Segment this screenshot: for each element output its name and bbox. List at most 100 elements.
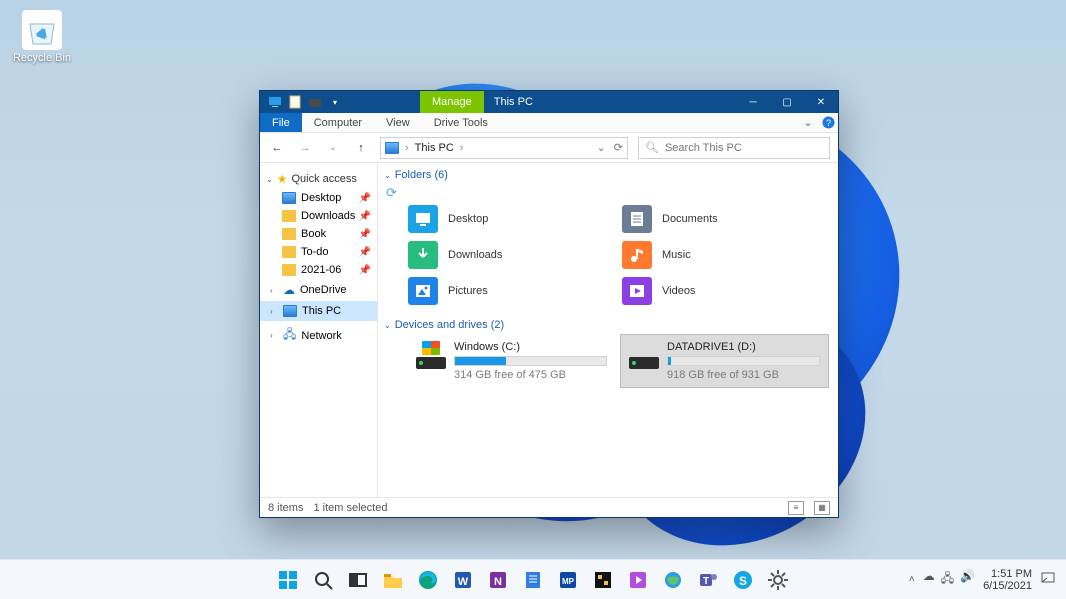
start-button[interactable]: [273, 565, 303, 595]
tray-onedrive-icon[interactable]: ☁: [923, 569, 935, 590]
sidebar-this-pc[interactable]: › This PC: [260, 301, 377, 321]
folder-music[interactable]: Music: [622, 239, 828, 271]
back-button[interactable]: ←: [268, 142, 286, 154]
sidebar-item-2021-06[interactable]: 2021-06📌: [260, 261, 377, 279]
quick-access-toolbar: ▾: [260, 91, 350, 113]
folder-downloads[interactable]: Downloads: [408, 239, 614, 271]
titlebar[interactable]: ▾ Manage This PC ─ ▢ ✕: [260, 91, 838, 113]
manage-tab[interactable]: Manage: [420, 91, 484, 113]
taskbar-word-icon[interactable]: W: [448, 565, 478, 595]
up-button[interactable]: ↑: [352, 142, 370, 154]
help-icon[interactable]: ?: [818, 113, 838, 132]
folder-icon: [282, 246, 296, 258]
folder-documents[interactable]: Documents: [622, 203, 828, 235]
pin-icon: 📌: [359, 211, 371, 222]
svg-text:S: S: [739, 574, 747, 588]
new-folder-icon[interactable]: [308, 95, 322, 109]
taskbar-settings-icon[interactable]: [763, 565, 793, 595]
tray-time: 1:51 PM: [983, 568, 1032, 580]
sync-icon: ⟳: [386, 185, 828, 201]
taskbar-app-dark-icon[interactable]: [588, 565, 618, 595]
details-view-button[interactable]: ≡: [788, 501, 804, 515]
address-dropdown-icon[interactable]: ⌄: [597, 141, 606, 154]
folder-icon: [282, 264, 296, 276]
sidebar-item-label: OneDrive: [300, 284, 346, 296]
forward-button[interactable]: →: [296, 142, 314, 154]
pin-icon: 📌: [359, 193, 371, 204]
minimize-button[interactable]: ─: [736, 91, 770, 113]
large-icons-view-button[interactable]: ▦: [814, 501, 830, 515]
tray-volume-icon[interactable]: 🔊: [960, 569, 975, 590]
folder-desktop[interactable]: Desktop: [408, 203, 614, 235]
taskbar-onenote-icon[interactable]: N: [483, 565, 513, 595]
ribbon-tab-computer[interactable]: Computer: [302, 113, 374, 132]
qat-customize-icon[interactable]: ▾: [328, 95, 342, 109]
sidebar-item-label: Book: [301, 228, 326, 240]
taskbar-search-icon[interactable]: [308, 565, 338, 595]
close-button[interactable]: ✕: [804, 91, 838, 113]
sidebar-item-book[interactable]: Book📌: [260, 225, 377, 243]
chevron-right-icon: ›: [270, 331, 278, 340]
drive-name: DATADRIVE1 (D:): [667, 341, 820, 353]
sidebar-item-label: Downloads: [301, 210, 355, 222]
ribbon-tab-drivetools[interactable]: Drive Tools: [422, 113, 500, 132]
sidebar-item-to-do[interactable]: To-do📌: [260, 243, 377, 261]
ribbon-tab-view[interactable]: View: [374, 113, 422, 132]
folder-pictures[interactable]: Pictures: [408, 275, 614, 307]
group-header-folders[interactable]: ⌄ Folders (6): [384, 169, 828, 181]
folder-large-icon: [622, 205, 652, 233]
cloud-icon: ☁: [283, 283, 295, 297]
drive-item[interactable]: DATADRIVE1 (D:)918 GB free of 931 GB: [621, 335, 828, 387]
taskbar-skype-icon[interactable]: S: [728, 565, 758, 595]
sidebar-network[interactable]: › 🖧 Network: [260, 321, 377, 350]
drive-name: Windows (C:): [454, 341, 607, 353]
tray-notifications-icon[interactable]: [1040, 570, 1056, 589]
status-bar: 8 items 1 item selected ≡ ▦: [260, 497, 838, 517]
taskbar-app-purple-icon[interactable]: [623, 565, 653, 595]
taskbar-teams-icon[interactable]: T: [693, 565, 723, 595]
tray-network-icon[interactable]: 🖧: [941, 569, 954, 590]
tray-overflow-icon[interactable]: ˄: [909, 574, 915, 585]
sidebar-item-downloads[interactable]: Downloads 📌: [260, 207, 377, 225]
sidebar-quick-access[interactable]: ⌄ ★ Quick access: [260, 169, 377, 189]
refresh-icon[interactable]: ⟳: [614, 141, 623, 154]
ribbon-expand-icon[interactable]: ⌄: [798, 113, 818, 132]
drive-item[interactable]: Windows (C:)314 GB free of 475 GB: [408, 335, 615, 387]
tray-date: 6/15/2021: [983, 580, 1032, 592]
taskbar-taskview-icon[interactable]: [343, 565, 373, 595]
taskbar-edge-icon[interactable]: [413, 565, 443, 595]
group-header-drives[interactable]: ⌄ Devices and drives (2): [384, 319, 828, 331]
desktop-icon-recycle-bin[interactable]: Recycle Bin: [8, 10, 76, 64]
folder-label: Music: [662, 249, 691, 261]
svg-text:T: T: [703, 576, 709, 587]
taskbar[interactable]: W N MP T S ˄ ☁ 🖧: [0, 559, 1066, 599]
content-pane[interactable]: ⌄ Folders (6) ⟳ DesktopDocumentsDownload…: [378, 163, 838, 497]
maximize-button[interactable]: ▢: [770, 91, 804, 113]
properties-icon[interactable]: [288, 95, 302, 109]
taskbar-file-explorer-icon[interactable]: [378, 565, 408, 595]
address-bar[interactable]: › This PC › ⌄ ⟳: [380, 137, 628, 159]
breadcrumb[interactable]: This PC: [415, 142, 454, 154]
taskbar-app-globe-icon[interactable]: [658, 565, 688, 595]
drive-icon: [416, 341, 446, 369]
folder-videos[interactable]: Videos: [622, 275, 828, 307]
network-icon: 🖧: [283, 325, 296, 346]
sidebar-item-label: To-do: [301, 246, 329, 258]
taskbar-app-notes-icon[interactable]: [518, 565, 548, 595]
recent-locations-icon[interactable]: ⌄: [324, 143, 342, 152]
search-box[interactable]: 🔍︎: [638, 137, 830, 159]
folder-label: Pictures: [448, 285, 488, 297]
chevron-right-icon[interactable]: ›: [460, 142, 464, 154]
chevron-right-icon: ›: [405, 142, 409, 154]
tray-clock[interactable]: 1:51 PM 6/15/2021: [983, 568, 1032, 592]
folder-icon: [282, 210, 296, 222]
sidebar-item-label: This PC: [302, 305, 341, 317]
svg-text:MP: MP: [562, 577, 575, 586]
taskbar-app-mp-icon[interactable]: MP: [553, 565, 583, 595]
sidebar-item-desktop[interactable]: Desktop📌: [260, 189, 377, 207]
ribbon-tab-file[interactable]: File: [260, 113, 302, 132]
search-input[interactable]: [665, 142, 823, 154]
folder-label: Videos: [662, 285, 695, 297]
sidebar-onedrive[interactable]: › ☁ OneDrive: [260, 279, 377, 301]
system-tray[interactable]: ˄ ☁ 🖧 🔊 1:51 PM 6/15/2021: [899, 568, 1066, 592]
